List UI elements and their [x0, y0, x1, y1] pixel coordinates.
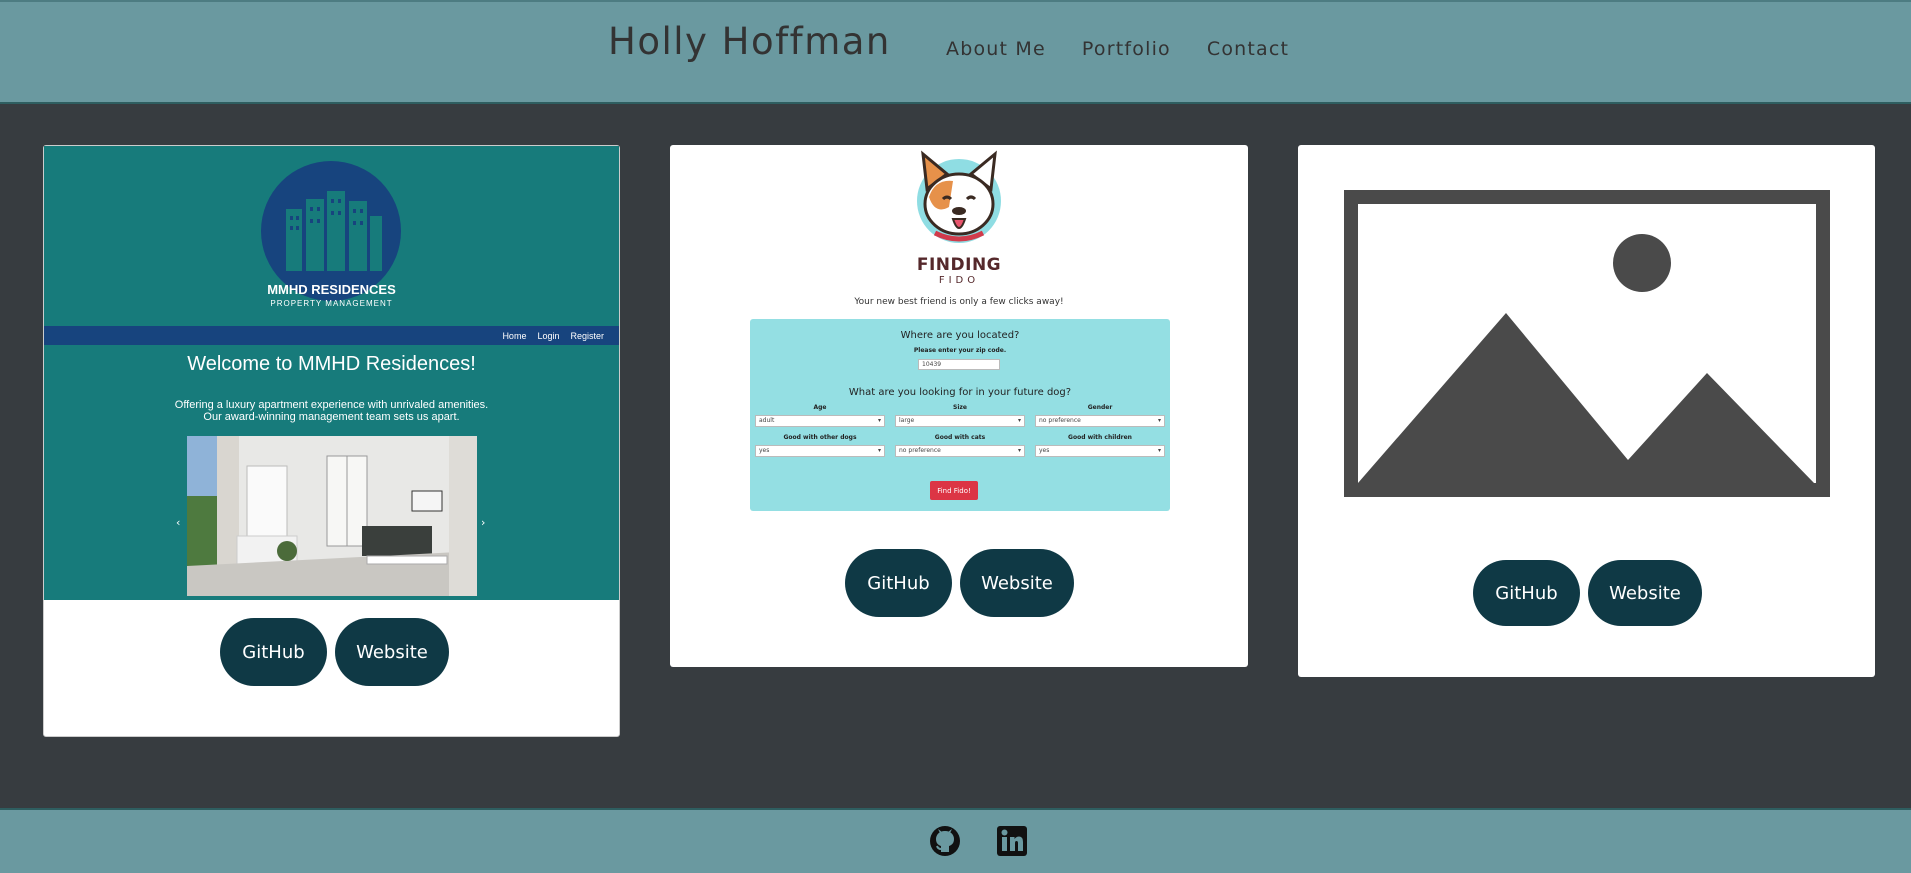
fido-brand-line1: FINDING — [916, 255, 1002, 275]
location-heading: Where are you located? — [900, 330, 1020, 341]
mmhd-brand-subtitle: PROPERTY MANAGEMENT — [270, 299, 393, 308]
project-card-placeholder: GitHub Website — [1298, 145, 1875, 677]
size-label: Size — [953, 404, 967, 411]
mmhd-heading: Welcome to MMHD Residences! — [187, 353, 476, 375]
mmhd-preview-image: MMHD RESIDENCES PROPERTY MANAGEMENT Home… — [44, 146, 619, 600]
zip-input: 10439 — [918, 359, 1000, 370]
mmhd-description: Offering a luxury apartment experience w… — [44, 399, 619, 423]
gender-label: Gender — [1087, 404, 1113, 411]
site-title: Holly Hoffman — [608, 20, 891, 63]
placeholder-links: GitHub Website — [1473, 560, 1702, 626]
carousel-prev-icon: ‹ — [176, 516, 181, 529]
mmhd-description-line2: Our award-winning management team sets u… — [203, 411, 460, 423]
zip-prompt: Please enter your zip code. — [913, 347, 1007, 354]
mmhd-navbar: Home Login Register — [44, 326, 619, 345]
project-card-mmhd: MMHD RESIDENCES PROPERTY MANAGEMENT Home… — [43, 145, 620, 737]
age-label: Age — [813, 404, 827, 411]
website-button[interactable]: Website — [1588, 560, 1702, 626]
mmhd-nav-register: Register — [570, 330, 604, 341]
website-button[interactable]: Website — [960, 549, 1074, 617]
site-header: Holly Hoffman About Me Portfolio Contact — [0, 0, 1911, 104]
linkedin-icon[interactable] — [996, 825, 1028, 857]
other-dogs-label: Good with other dogs — [783, 434, 857, 441]
children-label: Good with children — [1068, 434, 1132, 441]
github-button[interactable]: GitHub — [845, 549, 952, 617]
fido-tagline: Your new best friend is only a few click… — [854, 297, 1064, 307]
mmhd-nav-home: Home — [502, 330, 527, 341]
website-button[interactable]: Website — [335, 618, 449, 686]
main-nav: About Me Portfolio Contact — [946, 38, 1289, 60]
mmhd-nav-login: Login — [537, 330, 560, 341]
building-logo-icon — [261, 161, 401, 301]
children-select: yes — [1035, 445, 1165, 457]
mmhd-links: GitHub Website — [220, 618, 449, 686]
apartment-photo — [187, 436, 477, 596]
other-dogs-select: yes — [755, 445, 885, 457]
mmhd-description-line1: Offering a luxury apartment experience w… — [174, 399, 489, 411]
cats-label: Good with cats — [934, 434, 986, 441]
mmhd-brand-name: MMHD RESIDENCES — [267, 282, 396, 297]
find-fido-button: Find Fido! — [930, 481, 978, 500]
site-footer — [0, 808, 1911, 873]
github-button[interactable]: GitHub — [220, 618, 327, 686]
image-placeholder-icon — [1344, 190, 1830, 497]
cats-select: no preference — [895, 445, 1025, 457]
nav-about-me[interactable]: About Me — [946, 38, 1046, 60]
dog-logo-icon — [917, 150, 1001, 243]
github-button[interactable]: GitHub — [1473, 560, 1580, 626]
github-icon[interactable] — [929, 825, 961, 857]
project-card-finding-fido: FINDING FIDO Your new best friend is onl… — [670, 145, 1248, 667]
looking-heading: What are you looking for in your future … — [848, 387, 1072, 398]
size-select: large — [895, 415, 1025, 427]
gender-select: no preference — [1035, 415, 1165, 427]
carousel-next-icon: › — [481, 516, 486, 529]
age-select: adult — [755, 415, 885, 427]
nav-portfolio[interactable]: Portfolio — [1082, 38, 1171, 60]
nav-contact[interactable]: Contact — [1207, 38, 1289, 60]
fido-brand-line2: FIDO — [938, 275, 980, 286]
fido-search-form: Where are you located? Please enter your… — [750, 319, 1170, 511]
fido-links: GitHub Website — [845, 549, 1074, 617]
